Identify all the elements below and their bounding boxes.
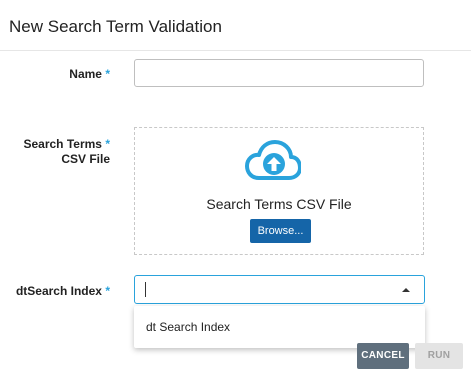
browse-button[interactable]: Browse... bbox=[250, 219, 311, 243]
csv-file-dropzone[interactable]: Search Terms CSV File Browse... bbox=[134, 127, 424, 255]
csv-file-label-line2: CSV File bbox=[61, 152, 110, 166]
csv-file-label: Search Terms * CSV File bbox=[20, 137, 110, 167]
dialog-title: New Search Term Validation bbox=[9, 17, 222, 36]
index-dropdown-menu: dt Search Index bbox=[134, 306, 425, 348]
chevron-up-icon[interactable] bbox=[402, 288, 410, 292]
new-search-term-validation-dialog: New Search Term Validation Name * Search… bbox=[0, 0, 471, 380]
dialog-header: New Search Term Validation bbox=[0, 0, 471, 51]
name-input[interactable] bbox=[134, 59, 424, 87]
dropzone-label: Search Terms CSV File bbox=[206, 196, 352, 212]
index-required-mark: * bbox=[105, 284, 110, 298]
index-select[interactable] bbox=[134, 275, 425, 304]
text-cursor bbox=[145, 282, 146, 297]
name-label-text: Name bbox=[69, 67, 102, 81]
index-label-text: dtSearch Index bbox=[15, 284, 102, 298]
cloud-upload-icon bbox=[245, 140, 301, 180]
index-label: dtSearch Index * bbox=[10, 284, 110, 298]
name-required-mark: * bbox=[105, 67, 110, 81]
index-option-dt-search-index[interactable]: dt Search Index bbox=[146, 320, 230, 334]
run-button[interactable]: RUN bbox=[415, 343, 463, 369]
cancel-button[interactable]: CANCEL bbox=[357, 343, 409, 369]
csv-file-label-line1: Search Terms bbox=[23, 137, 102, 151]
name-label: Name * bbox=[60, 67, 110, 81]
csv-file-required-mark: * bbox=[105, 137, 110, 151]
